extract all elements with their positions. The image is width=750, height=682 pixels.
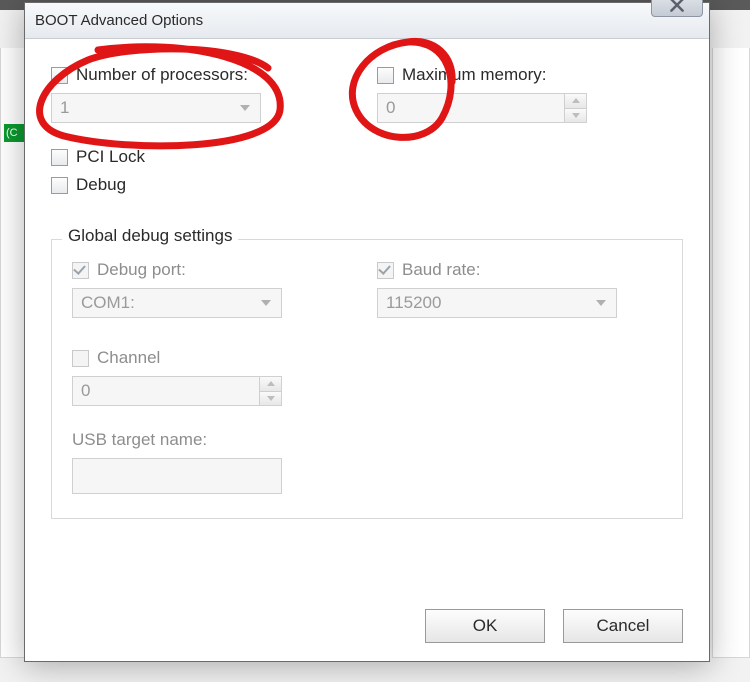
titlebar: BOOT Advanced Options xyxy=(25,3,709,39)
chevron-down-icon xyxy=(596,300,606,306)
spin-buttons xyxy=(259,377,281,405)
close-icon xyxy=(670,0,684,12)
debug-port-value: COM1: xyxy=(81,293,135,313)
baud-rate-value: 115200 xyxy=(386,293,441,313)
boot-advanced-options-dialog: BOOT Advanced Options Number of processo… xyxy=(24,2,710,662)
max-memory-value: 0 xyxy=(386,98,395,118)
num-processors-combo[interactable]: 1 xyxy=(51,93,261,123)
debug-port-label: Debug port: xyxy=(97,260,186,280)
ok-button[interactable]: OK xyxy=(425,609,545,643)
num-processors-label: Number of processors: xyxy=(76,65,248,85)
spin-up-button[interactable] xyxy=(565,94,586,108)
pci-lock-checkbox[interactable] xyxy=(51,149,68,166)
chevron-down-icon xyxy=(572,113,580,118)
spin-up-button xyxy=(260,377,281,391)
channel-checkbox xyxy=(72,350,89,367)
max-memory-label: Maximum memory: xyxy=(402,65,547,85)
spin-buttons xyxy=(564,94,586,122)
cancel-button[interactable]: Cancel xyxy=(563,609,683,643)
chevron-down-icon xyxy=(267,396,275,401)
baud-rate-label: Baud rate: xyxy=(402,260,480,280)
usb-target-label: USB target name: xyxy=(72,430,662,450)
debug-checkbox[interactable] xyxy=(51,177,68,194)
debug-port-checkbox xyxy=(72,262,89,279)
close-button[interactable] xyxy=(651,0,703,17)
spin-down-button xyxy=(260,391,281,406)
background-green-strip: (C xyxy=(4,124,24,142)
max-memory-checkbox[interactable] xyxy=(377,67,394,84)
channel-value: 0 xyxy=(81,381,90,401)
max-memory-spinner[interactable]: 0 xyxy=(377,93,587,123)
debug-label: Debug xyxy=(76,175,126,195)
debug-port-combo: COM1: xyxy=(72,288,282,318)
global-debug-settings-group: Global debug settings Debug port: COM1: xyxy=(51,239,683,519)
background-window-right xyxy=(712,48,750,658)
window-title: BOOT Advanced Options xyxy=(35,12,203,29)
baud-rate-checkbox xyxy=(377,262,394,279)
chevron-up-icon xyxy=(267,381,275,386)
spin-down-button[interactable] xyxy=(565,108,586,123)
chevron-down-icon xyxy=(240,105,250,111)
channel-spinner: 0 xyxy=(72,376,282,406)
num-processors-checkbox[interactable] xyxy=(51,67,68,84)
usb-target-input xyxy=(72,458,282,494)
chevron-down-icon xyxy=(261,300,271,306)
pci-lock-label: PCI Lock xyxy=(76,147,145,167)
baud-rate-combo: 115200 xyxy=(377,288,617,318)
channel-label: Channel xyxy=(97,348,160,368)
group-title: Global debug settings xyxy=(62,226,238,246)
dialog-button-row: OK Cancel xyxy=(425,609,683,643)
chevron-up-icon xyxy=(572,98,580,103)
num-processors-value: 1 xyxy=(60,98,69,118)
